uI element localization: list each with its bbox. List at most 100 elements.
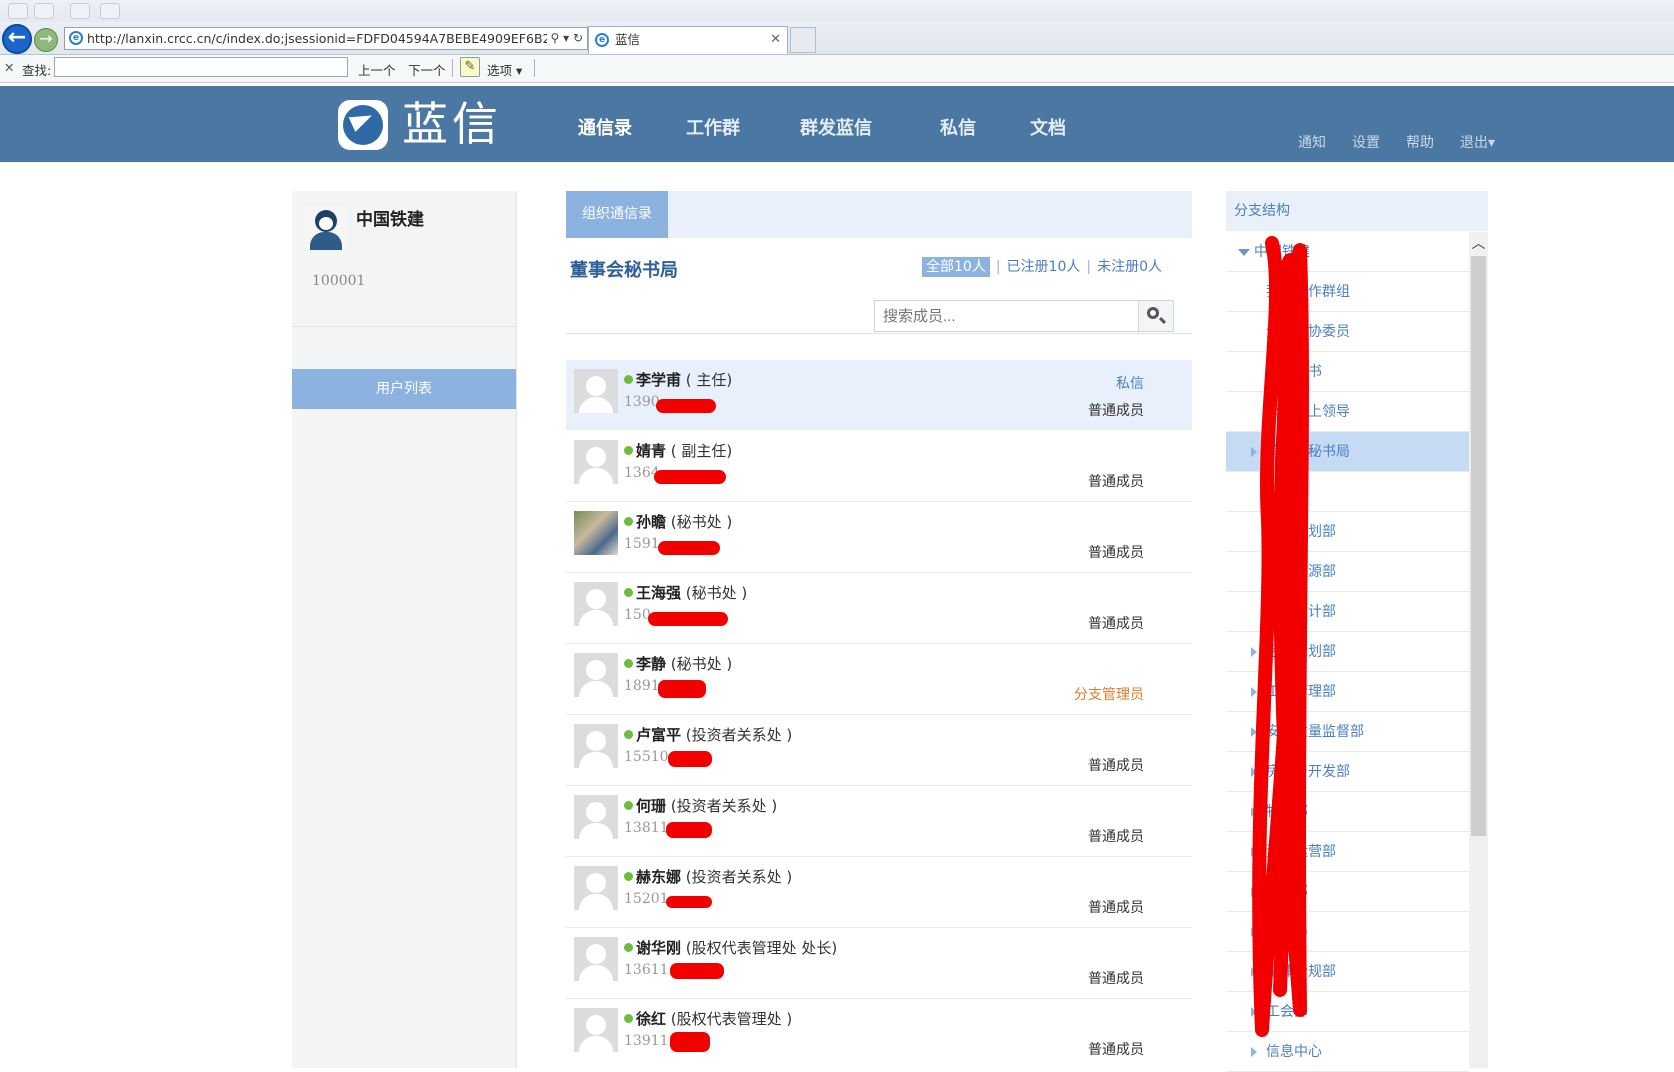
member-role: 普通成员 (1088, 829, 1144, 845)
expand-right-icon (1251, 727, 1257, 737)
nav-private-message[interactable]: 私信 (940, 114, 976, 140)
find-input[interactable] (54, 57, 348, 77)
tree-item[interactable]: 工会部 (1226, 992, 1469, 1032)
filter-registered[interactable]: 已注册10人 (1007, 259, 1081, 275)
member-row[interactable]: 谢华刚 (股权代表管理处 处长) 13611 普通成员 (566, 928, 1192, 999)
avatar (574, 440, 618, 484)
private-message-link[interactable]: 私信 (1116, 373, 1144, 393)
tree-item[interactable]: 中国铁建 (1226, 232, 1469, 272)
tree-item[interactable]: 资本运营部 (1226, 832, 1469, 872)
divider (534, 59, 535, 77)
close-icon[interactable]: ✕ (770, 27, 781, 53)
tree-item[interactable]: 人力资源部 (1226, 552, 1469, 592)
tree-item[interactable]: 我的协作群组 (1226, 272, 1469, 312)
org-avatar (304, 206, 348, 250)
avatar-photo (574, 511, 618, 555)
divider (566, 333, 1192, 334)
find-prev-button[interactable]: 上一个 (358, 60, 396, 79)
tree-item[interactable]: 物资部 (1226, 792, 1469, 832)
new-tab-button[interactable] (790, 27, 816, 53)
nav-documents[interactable]: 文档 (1030, 114, 1066, 140)
util-help[interactable]: 帮助 (1406, 132, 1434, 152)
tree-item[interactable]: 工程管理部 (1226, 672, 1469, 712)
member-row[interactable]: 徐红 (股权代表管理处 ) 13911 普通成员 (566, 999, 1192, 1069)
tree-item-selected[interactable]: 董事会秘书局 (1226, 432, 1469, 472)
nav-broadcast[interactable]: 群发蓝信 (800, 114, 872, 140)
expand-right-icon (1251, 647, 1257, 657)
redaction-mark (658, 680, 706, 698)
tree-item[interactable]: 信息中心 (1226, 1032, 1469, 1072)
util-logout[interactable]: 退出▾ (1460, 132, 1495, 152)
close-find-icon[interactable]: ✕ (4, 60, 14, 75)
expand-right-icon (1251, 927, 1257, 937)
forward-button[interactable]: → (34, 28, 58, 52)
search-input[interactable] (875, 301, 1139, 331)
tree-scrollbar[interactable]: ︿ (1469, 232, 1488, 1068)
util-settings[interactable]: 设置 (1352, 132, 1380, 152)
lanxin-logo-icon[interactable] (338, 100, 388, 150)
member-row[interactable]: 婧青 ( 副主任) 1364 普通成员 (566, 431, 1192, 502)
tree-item[interactable]: 领导秘书 (1226, 352, 1469, 392)
tree-item[interactable]: 全国政协委员 (1226, 312, 1469, 352)
scroll-thumb[interactable] (1471, 256, 1486, 836)
expand-right-icon (1251, 1047, 1257, 1057)
member-row[interactable]: 赫东娜 (投资者关系处 ) 15201 普通成员 (566, 857, 1192, 928)
member-role: 分支管理员 (1074, 687, 1144, 703)
address-bar[interactable]: e http://lanxin.crcc.cn/c/index.do;jsess… (64, 27, 588, 50)
member-role: 普通成员 (1088, 900, 1144, 916)
member-row[interactable]: 王海强 (秘书处 ) 150 普通成员 (566, 573, 1192, 644)
tree-item[interactable]: 经营计划部 (1226, 632, 1469, 672)
online-dot-icon (624, 943, 633, 952)
filter-all[interactable]: 全部10人 (922, 257, 990, 277)
tree-item[interactable]: 房地产开发部 (1226, 752, 1469, 792)
member-name: 谢华刚 (股权代表管理处 处长) (624, 937, 837, 958)
member-name: 李静 (秘书处 ) (624, 653, 732, 674)
member-row[interactable]: 孙瞻 (秘书处 ) 1591 普通成员 (566, 502, 1192, 573)
expand-right-icon (1251, 767, 1257, 777)
filter-unregistered[interactable]: 未注册0人 (1097, 259, 1162, 275)
back-button[interactable]: ← (2, 24, 32, 54)
find-next-button[interactable]: 下一个 (408, 60, 446, 79)
tree-item[interactable]: 财务会计部 (1226, 592, 1469, 632)
member-name: 徐红 (股权代表管理处 ) (624, 1008, 792, 1029)
address-tools[interactable]: ⚲ ▾ ↻ (546, 28, 583, 49)
util-notifications[interactable]: 通知 (1298, 132, 1326, 152)
user-list-button[interactable]: 用户列表 (292, 369, 516, 409)
find-options-button[interactable]: 选项 ▾ (487, 60, 522, 79)
member-row[interactable]: 何珊 (投资者关系处 ) 13811 普通成员 (566, 786, 1192, 857)
browser-tab[interactable]: e 蓝信 ✕ (588, 26, 788, 54)
member-row[interactable]: 李学甫 ( 主任) 1390 私信 普通成员 (566, 360, 1192, 430)
online-dot-icon (624, 1014, 633, 1023)
tree-item[interactable]: 安全质量监督部 (1226, 712, 1469, 752)
tab-bar: 组织通信录 (566, 191, 1192, 238)
tab-org-contacts[interactable]: 组织通信录 (566, 191, 668, 238)
tree-item[interactable]: 发展规划部 (1226, 512, 1469, 552)
expand-right-icon (1251, 887, 1257, 897)
member-name: 李学甫 ( 主任) (624, 369, 732, 390)
member-role: 普通成员 (1088, 1042, 1144, 1058)
nav-contacts[interactable]: 通信录 (578, 114, 632, 140)
redaction-mark (670, 963, 724, 979)
member-phone: 1591 (624, 536, 660, 552)
ghost-icon (70, 3, 90, 19)
member-row[interactable]: 卢富平 (投资者关系处 ) 15510 普通成员 (566, 715, 1192, 786)
tree-item[interactable]: 监事局 (1226, 912, 1469, 952)
tree-item[interactable]: 部门以上领导 (1226, 392, 1469, 432)
avatar (574, 724, 618, 768)
member-row[interactable]: 李静 (秘书处 ) 18911 分支管理员 (566, 644, 1192, 715)
member-name: 婧青 ( 副主任) (624, 440, 732, 461)
tree-item[interactable]: 办 (1226, 472, 1469, 512)
tree-item[interactable]: 法律合规部 (1226, 952, 1469, 992)
search-button[interactable] (1138, 301, 1173, 331)
tab-favicon: e (595, 33, 609, 47)
branch-heading: 分支结构 (1226, 191, 1488, 231)
tree-item[interactable]: 纪检部 (1226, 872, 1469, 912)
ghost-icon (34, 3, 54, 19)
chevron-up-icon[interactable]: ︿ (1469, 232, 1488, 254)
nav-work-groups[interactable]: 工作群 (686, 114, 740, 140)
divider (452, 59, 453, 77)
member-role: 普通成员 (1088, 474, 1144, 490)
highlight-icon[interactable]: ✎ (460, 57, 480, 77)
member-name: 孙瞻 (秘书处 ) (624, 511, 732, 532)
avatar (574, 369, 618, 413)
